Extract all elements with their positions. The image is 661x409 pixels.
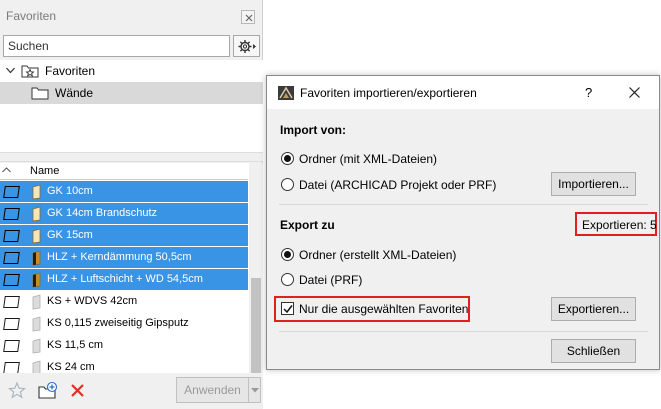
import-folder-radio[interactable] <box>281 152 294 165</box>
only-selected-label[interactable]: Nur die ausgewählten Favoriten <box>299 302 468 316</box>
list-item-label: GK 15cm <box>47 229 93 241</box>
wall-icon <box>32 184 41 200</box>
chevron-down-icon[interactable] <box>6 67 15 74</box>
search-input[interactable] <box>3 35 230 57</box>
palette-toolbar: Anwenden <box>0 373 263 409</box>
list-item[interactable]: KS 11,5 cm <box>0 335 248 357</box>
list-item-label: KS + WDVS 42cm <box>47 295 138 307</box>
close-icon[interactable] <box>629 87 640 98</box>
row-checkbox[interactable] <box>3 274 20 286</box>
dialog-title: Favoriten importieren/exportieren <box>300 86 477 100</box>
list-item[interactable]: GK 10cm <box>0 181 248 203</box>
tree-item-label: Favoriten <box>45 64 96 78</box>
list-item-label: HLZ + Kerndämmung 50,5cm <box>47 251 192 263</box>
export-file-radio[interactable] <box>281 273 294 286</box>
import-file-label[interactable]: Datei (ARCHICAD Projekt oder PRF) <box>299 178 496 192</box>
palette-title: Favoriten <box>6 9 57 23</box>
separator <box>279 331 648 332</box>
export-count: Exportieren: 5 <box>582 218 657 232</box>
settings-button[interactable] <box>233 35 260 57</box>
export-button[interactable]: Exportieren... <box>551 297 636 321</box>
close-button[interactable]: Schließen <box>551 339 636 363</box>
separator <box>279 204 648 205</box>
export-heading: Export zu <box>280 218 335 232</box>
import-file-radio[interactable] <box>281 178 294 191</box>
apply-button[interactable]: Anwenden <box>176 377 249 403</box>
delete-icon <box>71 384 84 397</box>
delete-button[interactable] <box>67 381 89 401</box>
wall-icon <box>32 294 41 310</box>
wall-icon <box>32 206 41 222</box>
vertical-scrollbar[interactable] <box>249 163 263 373</box>
wall-icon <box>32 316 41 332</box>
folder-icon <box>31 87 49 100</box>
import-export-dialog: Favoriten importieren/exportieren ? Impo… <box>266 75 660 370</box>
wall-icon <box>32 228 41 244</box>
close-icon <box>245 14 253 22</box>
list-item[interactable]: KS 0,115 zweiseitig Gipsputz <box>0 313 248 335</box>
row-checkbox[interactable] <box>3 296 20 308</box>
row-checkbox[interactable] <box>3 186 20 198</box>
list-item[interactable]: GK 15cm <box>0 225 248 247</box>
import-folder-label[interactable]: Ordner (mit XML-Dateien) <box>299 152 437 166</box>
new-favorite-button[interactable] <box>6 381 28 401</box>
list-item-label: GK 10cm <box>47 185 93 197</box>
list-item-label: HLZ + Luftschicht + WD 54,5cm <box>47 273 203 285</box>
tree-item-waende[interactable]: Wände <box>0 82 263 104</box>
favorites-list: Name GK 10cm GK 14cm Brandschutz GK 15cm HL… <box>0 163 263 379</box>
row-checkbox[interactable] <box>3 208 20 220</box>
splitter[interactable] <box>0 152 263 162</box>
checkmark-icon <box>283 305 293 314</box>
export-count-highlight: Exportieren: 5 <box>575 212 657 236</box>
import-heading: Import von: <box>280 123 346 137</box>
new-folder-button[interactable] <box>37 381 59 401</box>
scrollbar-thumb[interactable] <box>251 278 261 373</box>
column-name: Name <box>30 165 60 177</box>
folder-add-icon <box>38 381 58 399</box>
gear-icon <box>238 40 256 53</box>
import-button[interactable]: Importieren... <box>551 172 636 196</box>
row-checkbox[interactable] <box>3 340 20 352</box>
apply-dropdown-button[interactable] <box>249 377 261 403</box>
list-item[interactable]: HLZ + Kerndämmung 50,5cm <box>0 247 248 269</box>
list-header[interactable]: Name <box>0 163 248 180</box>
wall-icon <box>32 250 41 266</box>
list-item-label: KS 24 cm <box>47 361 95 373</box>
help-button[interactable]: ? <box>585 85 592 100</box>
row-checkbox[interactable] <box>3 252 20 264</box>
row-checkbox[interactable] <box>3 230 20 242</box>
tree-item-label: Wände <box>55 86 94 100</box>
archicad-icon <box>278 86 294 100</box>
export-folder-radio[interactable] <box>281 248 294 261</box>
list-item-label: GK 14cm Brandschutz <box>47 207 158 219</box>
list-item[interactable]: HLZ + Luftschicht + WD 54,5cm <box>0 269 248 291</box>
wall-icon <box>32 272 41 288</box>
favorites-folder-icon <box>21 65 39 78</box>
only-selected-checkbox[interactable] <box>281 302 294 315</box>
export-folder-label[interactable]: Ordner (erstellt XML-Dateien) <box>299 248 456 262</box>
star-add-icon <box>7 381 27 399</box>
list-item-label: KS 0,115 zweiseitig Gipsputz <box>47 317 189 329</box>
chevron-down-icon <box>251 388 259 393</box>
list-item[interactable]: GK 14cm Brandschutz <box>0 203 248 225</box>
chevron-up-icon <box>2 167 11 173</box>
favorites-rows: GK 10cm GK 14cm Brandschutz GK 15cm HLZ + K… <box>0 181 248 379</box>
dialog-titlebar[interactable]: Favoriten importieren/exportieren ? <box>267 76 659 109</box>
list-item-label: KS 11,5 cm <box>47 339 104 351</box>
favorites-palette: Favoriten Favoriten Wände <box>0 0 263 409</box>
folder-tree: Favoriten Wände <box>0 60 263 152</box>
row-checkbox[interactable] <box>3 318 20 330</box>
palette-close-button[interactable] <box>241 10 255 24</box>
list-item[interactable]: KS + WDVS 42cm <box>0 291 248 313</box>
export-file-label[interactable]: Datei (PRF) <box>299 273 362 287</box>
wall-icon <box>32 338 41 354</box>
tree-item-favoriten[interactable]: Favoriten <box>0 60 263 82</box>
